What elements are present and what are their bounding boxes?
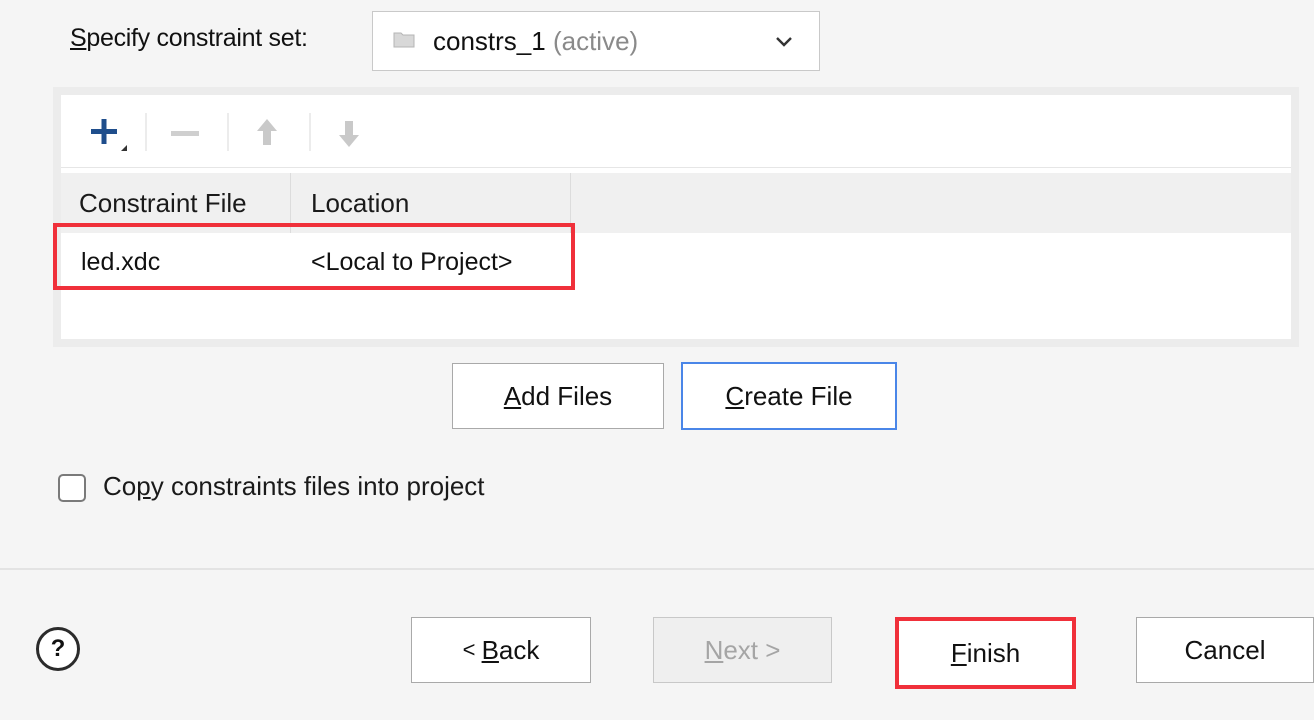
toolbar-separator <box>227 113 229 151</box>
add-file-button[interactable] <box>83 109 131 157</box>
add-files-button[interactable]: Add Files <box>452 363 664 429</box>
remove-file-button[interactable] <box>161 109 209 157</box>
next-label: ext > <box>723 634 781 665</box>
chevron-down-icon <box>776 37 792 47</box>
arrow-down-icon <box>339 121 359 147</box>
constraint-set-name: constrs_1 <box>433 26 546 56</box>
add-files-mnemonic: A <box>503 380 522 411</box>
toolbar-separator <box>145 113 147 151</box>
back-button[interactable]: < Back <box>411 617 591 683</box>
copy-label-part: y constraints files into project <box>150 471 485 501</box>
add-files-label: dd Files <box>521 380 613 411</box>
help-icon[interactable]: ? <box>36 627 80 671</box>
constraint-set-label-mnemonic: S <box>70 24 87 52</box>
back-mnemonic: B <box>481 634 499 665</box>
footer-divider <box>0 568 1314 570</box>
cancel-button[interactable]: Cancel <box>1136 617 1314 683</box>
create-file-button[interactable]: Create File <box>681 362 897 430</box>
constraint-set-label-text: pecify constraint set: <box>86 24 308 52</box>
folder-icon <box>393 32 415 48</box>
arrow-up-icon <box>257 119 277 145</box>
copy-constraints-label[interactable]: Copy constraints files into project <box>103 471 485 502</box>
move-up-button[interactable] <box>243 109 291 157</box>
minus-icon <box>171 131 199 136</box>
constraint-set-value: constrs_1 (active) <box>433 26 638 57</box>
next-mnemonic: N <box>704 634 724 665</box>
constraint-files-panel: Constraint File Location led.xdc <Local … <box>53 87 1299 347</box>
create-file-mnemonic: C <box>725 380 745 411</box>
constraint-set-label: Specify constraint set: <box>70 24 308 53</box>
back-prefix: < <box>462 637 482 662</box>
finish-mnemonic: F <box>950 637 967 668</box>
move-down-button[interactable] <box>325 109 373 157</box>
finish-button[interactable]: Finish <box>895 617 1076 689</box>
toolbar-separator <box>309 113 311 151</box>
row-highlight-box <box>53 223 575 290</box>
create-file-label: reate File <box>744 380 853 411</box>
files-toolbar <box>61 95 1291 168</box>
copy-constraints-checkbox[interactable] <box>58 474 86 502</box>
back-label: ack <box>498 634 540 665</box>
next-button: Next > <box>653 617 832 683</box>
finish-label: inish <box>966 637 1021 668</box>
constraint-set-status: (active) <box>552 26 639 56</box>
copy-label-part: Co <box>103 471 137 501</box>
constraint-set-dropdown[interactable]: constrs_1 (active) <box>372 11 820 71</box>
plus-icon <box>91 119 127 151</box>
copy-label-mnemonic: p <box>136 471 151 501</box>
